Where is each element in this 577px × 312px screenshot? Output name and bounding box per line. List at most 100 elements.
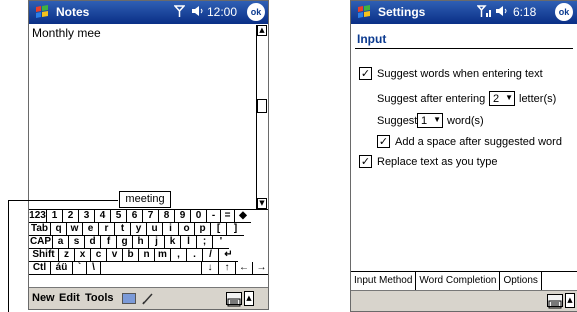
key-n[interactable]: n xyxy=(139,249,155,262)
suggest-count-label: Suggest xyxy=(377,115,418,127)
key-t[interactable]: t xyxy=(115,223,131,236)
key-b[interactable]: b xyxy=(123,249,139,262)
tab-input-method[interactable]: Input Method xyxy=(351,272,417,292)
key-r[interactable]: r xyxy=(99,223,115,236)
suggest-after-label: Suggest after entering xyxy=(377,93,486,105)
key-minus[interactable]: - xyxy=(207,210,221,223)
key-x[interactable]: x xyxy=(75,249,91,262)
pen-icon[interactable] xyxy=(141,291,155,309)
key-ctrl[interactable]: Ctl xyxy=(29,262,51,275)
add-space-checkbox[interactable]: ✓ xyxy=(377,135,390,148)
space-bar[interactable] xyxy=(101,262,202,275)
scrollbar-thumb[interactable] xyxy=(257,99,267,113)
enter-key-icon[interactable]: ↵ xyxy=(219,249,238,262)
key-comma[interactable]: , xyxy=(171,249,187,262)
input-selector-arrow-icon[interactable]: ▲ xyxy=(244,291,254,306)
key-v[interactable]: v xyxy=(107,249,123,262)
keyboard-icon[interactable] xyxy=(547,294,563,309)
key-backtick[interactable]: ` xyxy=(73,262,87,275)
speaker-icon[interactable] xyxy=(495,5,509,20)
key-h[interactable]: h xyxy=(133,236,149,249)
key-9[interactable]: 9 xyxy=(175,210,191,223)
menu-new[interactable]: New xyxy=(32,292,55,304)
left-arrow-key-icon[interactable]: ← xyxy=(236,262,253,275)
key-shift[interactable]: Shift xyxy=(29,249,59,262)
key-1[interactable]: 1 xyxy=(47,210,63,223)
key-d[interactable]: d xyxy=(85,236,101,249)
key-i[interactable]: i xyxy=(163,223,179,236)
suggest-after-dropdown[interactable]: 2 ▼ xyxy=(489,91,515,106)
key-p[interactable]: p xyxy=(195,223,211,236)
key-apostrophe[interactable]: ' xyxy=(213,236,229,249)
key-2[interactable]: 2 xyxy=(63,210,79,223)
key-accents[interactable]: áü xyxy=(51,262,73,275)
key-z[interactable]: z xyxy=(59,249,75,262)
key-y[interactable]: y xyxy=(131,223,147,236)
windows-start-icon[interactable] xyxy=(356,4,373,20)
key-f[interactable]: f xyxy=(101,236,117,249)
word-suggestion[interactable]: meeting xyxy=(119,191,171,208)
tab-options[interactable]: Options xyxy=(500,272,542,292)
input-selector-arrow-icon[interactable]: ▲ xyxy=(565,293,575,308)
recorder-icon[interactable] xyxy=(122,293,136,304)
suggest-words-checkbox[interactable]: ✓ xyxy=(359,67,372,80)
ok-button[interactable]: ok xyxy=(555,3,573,21)
clock-time[interactable]: 12:00 xyxy=(207,5,237,19)
tab-word-completion[interactable]: Word Completion xyxy=(416,272,501,292)
key-period[interactable]: . xyxy=(187,249,203,262)
key-close-bracket[interactable]: ] xyxy=(227,223,244,236)
key-semicolon[interactable]: ; xyxy=(197,236,213,249)
key-j[interactable]: j xyxy=(149,236,165,249)
key-backslash[interactable]: \ xyxy=(87,262,101,275)
down-arrow-key-icon[interactable]: ↓ xyxy=(202,262,219,275)
key-6[interactable]: 6 xyxy=(127,210,143,223)
keyboard-row-1: 123 1 2 3 4 5 6 7 8 9 0 - = ◆ xyxy=(29,210,251,223)
backspace-key-icon[interactable]: ◆ xyxy=(235,210,251,223)
right-arrow-key-icon[interactable]: → xyxy=(253,262,268,275)
key-equals[interactable]: = xyxy=(221,210,235,223)
key-q[interactable]: q xyxy=(51,223,67,236)
key-l[interactable]: l xyxy=(181,236,197,249)
key-s[interactable]: s xyxy=(69,236,85,249)
key-m[interactable]: m xyxy=(155,249,171,262)
menu-edit[interactable]: Edit xyxy=(59,292,80,304)
scroll-down-arrow-icon[interactable]: ▼ xyxy=(257,198,267,209)
keyboard-row-4: Shift z x c v b n m , . / ↵ xyxy=(29,249,238,262)
key-123[interactable]: 123 xyxy=(29,210,47,223)
key-4[interactable]: 4 xyxy=(95,210,111,223)
suggest-count-dropdown[interactable]: 1 ▼ xyxy=(417,113,443,128)
key-7[interactable]: 7 xyxy=(143,210,159,223)
speaker-icon[interactable] xyxy=(191,5,205,20)
key-5[interactable]: 5 xyxy=(111,210,127,223)
key-g[interactable]: g xyxy=(117,236,133,249)
key-0[interactable]: 0 xyxy=(191,210,207,223)
key-u[interactable]: u xyxy=(147,223,163,236)
vertical-scrollbar[interactable]: ▲ ▼ xyxy=(256,25,267,209)
signal-strength-icon[interactable] xyxy=(476,5,492,20)
scroll-up-arrow-icon[interactable]: ▲ xyxy=(257,25,267,36)
ok-button[interactable]: ok xyxy=(247,3,265,21)
key-tab[interactable]: Tab xyxy=(29,223,51,236)
up-arrow-key-icon[interactable]: ↑ xyxy=(219,262,236,275)
antenna-icon[interactable] xyxy=(173,5,186,20)
key-8[interactable]: 8 xyxy=(159,210,175,223)
clock-time[interactable]: 6:18 xyxy=(513,5,536,19)
key-open-bracket[interactable]: [ xyxy=(211,223,227,236)
key-e[interactable]: e xyxy=(83,223,99,236)
key-w[interactable]: w xyxy=(67,223,83,236)
app-title: Notes xyxy=(56,5,90,19)
key-a[interactable]: a xyxy=(53,236,69,249)
note-document-text[interactable]: Monthly mee xyxy=(32,26,101,40)
key-k[interactable]: k xyxy=(165,236,181,249)
replace-text-checkbox[interactable]: ✓ xyxy=(359,155,372,168)
menu-tools[interactable]: Tools xyxy=(85,292,114,304)
key-o[interactable]: o xyxy=(179,223,195,236)
dropdown-arrow-icon: ▼ xyxy=(505,93,513,102)
windows-start-icon[interactable] xyxy=(34,4,51,20)
key-c[interactable]: c xyxy=(91,249,107,262)
keyboard-icon[interactable] xyxy=(226,292,242,307)
key-caps[interactable]: CAP xyxy=(29,236,53,249)
key-3[interactable]: 3 xyxy=(79,210,95,223)
key-slash[interactable]: / xyxy=(203,249,219,262)
callout-line-horizontal xyxy=(8,200,118,201)
